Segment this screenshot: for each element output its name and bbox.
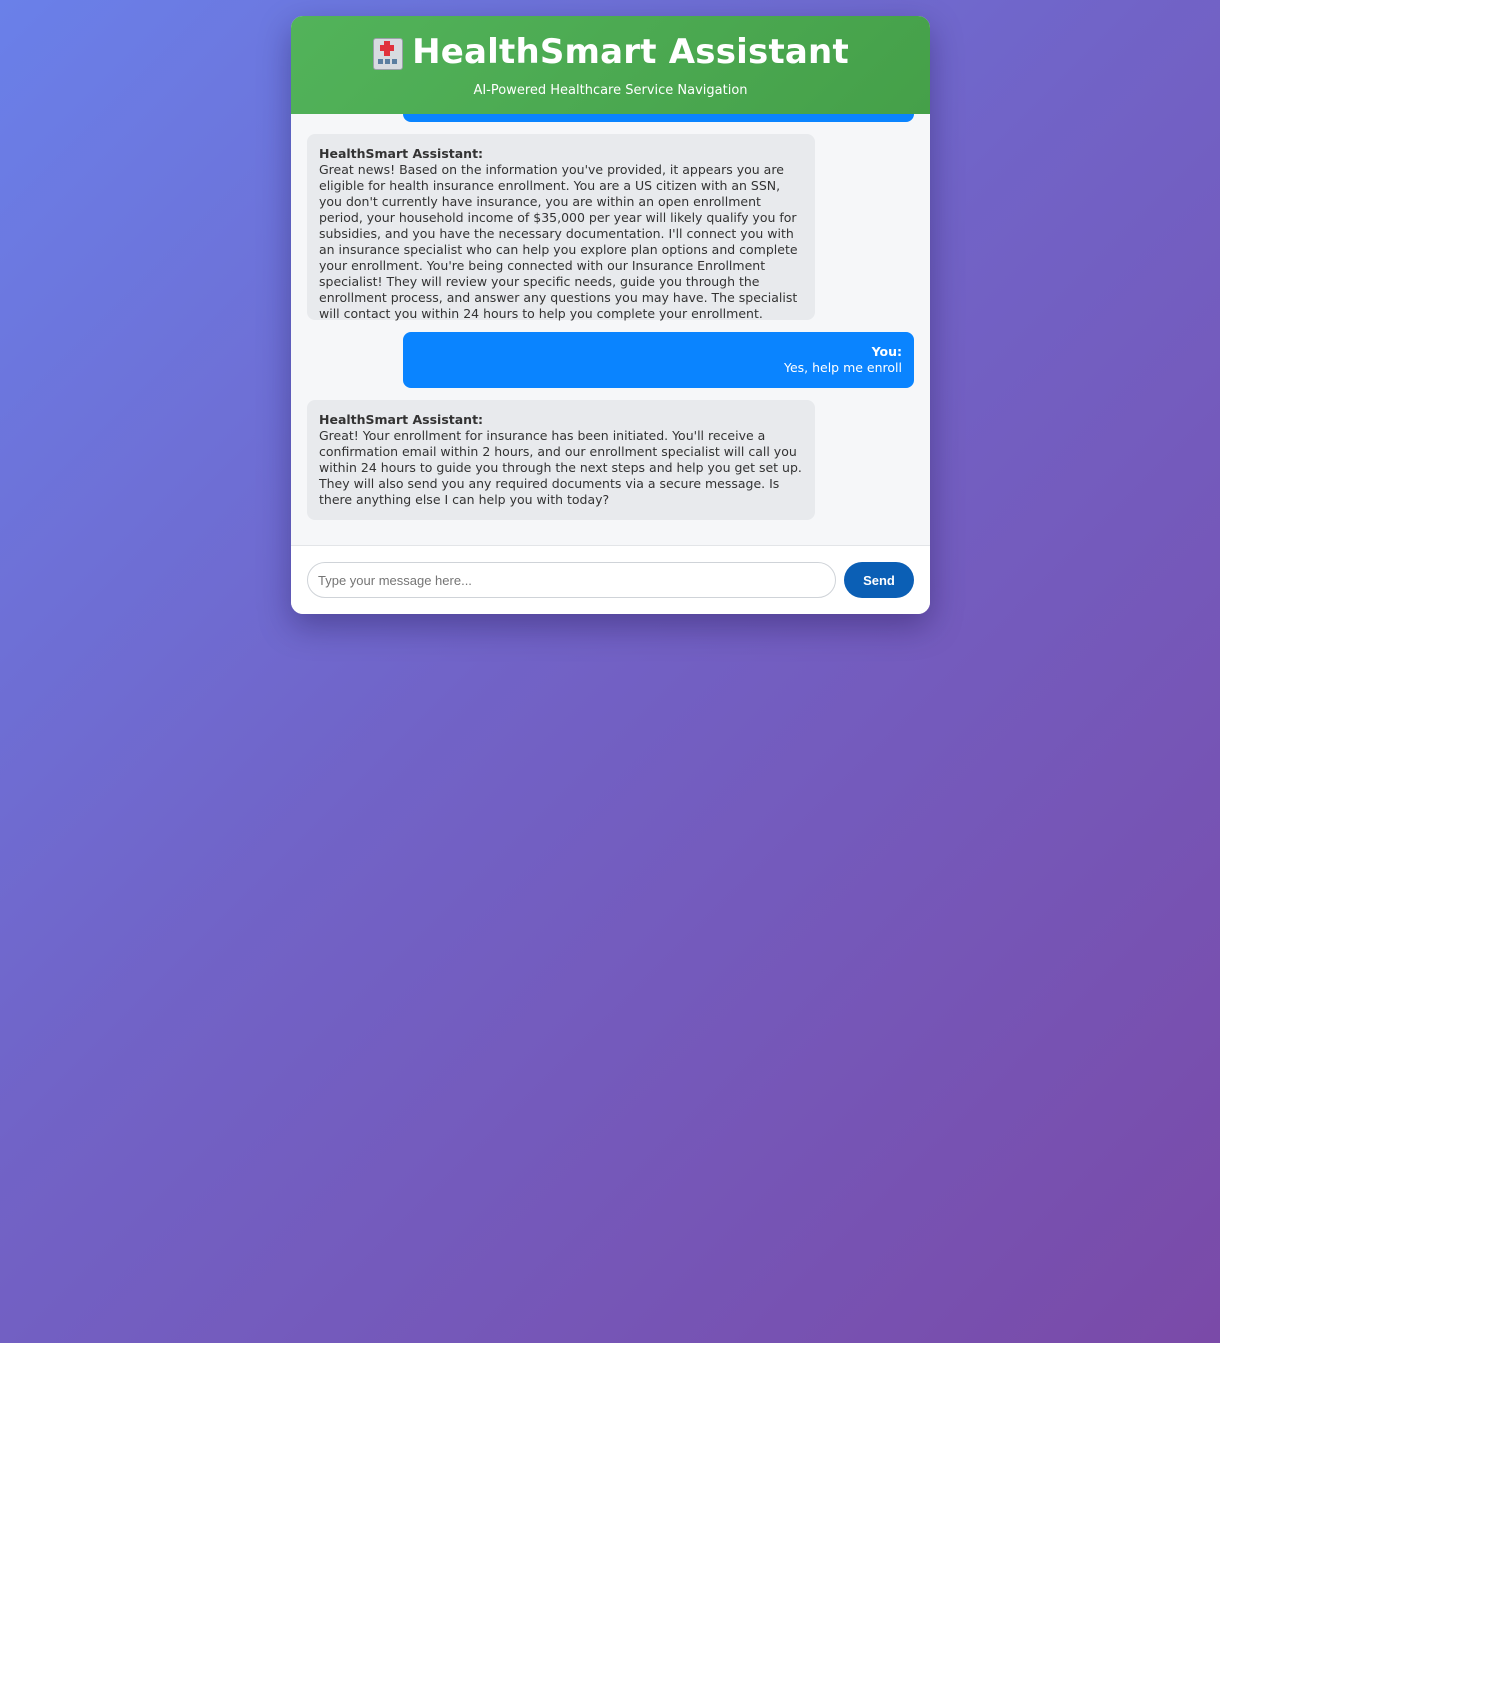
- message-input[interactable]: [307, 562, 836, 598]
- title-row: HealthSmart Assistant: [291, 32, 930, 72]
- user-message: You: Yes, help me enroll: [403, 332, 914, 388]
- app-title: HealthSmart Assistant: [412, 32, 849, 72]
- message-sender: You:: [871, 344, 902, 359]
- assistant-message: HealthSmart Assistant: Great news! Based…: [307, 134, 815, 321]
- chat-window: HealthSmart Assistant AI-Powered Healthc…: [291, 16, 930, 614]
- hospital-icon: [372, 36, 404, 70]
- chat-header: HealthSmart Assistant AI-Powered Healthc…: [291, 16, 930, 114]
- input-bar: Send: [291, 545, 930, 614]
- message-text: Yes, help me enroll: [783, 360, 902, 375]
- message-sender: HealthSmart Assistant:: [319, 412, 484, 427]
- assistant-message: HealthSmart Assistant: Great! Your enrol…: [307, 400, 815, 520]
- message-text: Great! Your enrollment for insurance has…: [319, 428, 802, 507]
- message-list[interactable]: HealthSmart Assistant: Great news! Based…: [291, 114, 930, 562]
- app-subtitle: AI-Powered Healthcare Service Navigation: [473, 83, 748, 98]
- user-message: [403, 114, 914, 122]
- send-button[interactable]: Send: [844, 562, 914, 598]
- message-text: Great news! Based on the information you…: [319, 162, 798, 321]
- message-sender: HealthSmart Assistant:: [319, 146, 484, 161]
